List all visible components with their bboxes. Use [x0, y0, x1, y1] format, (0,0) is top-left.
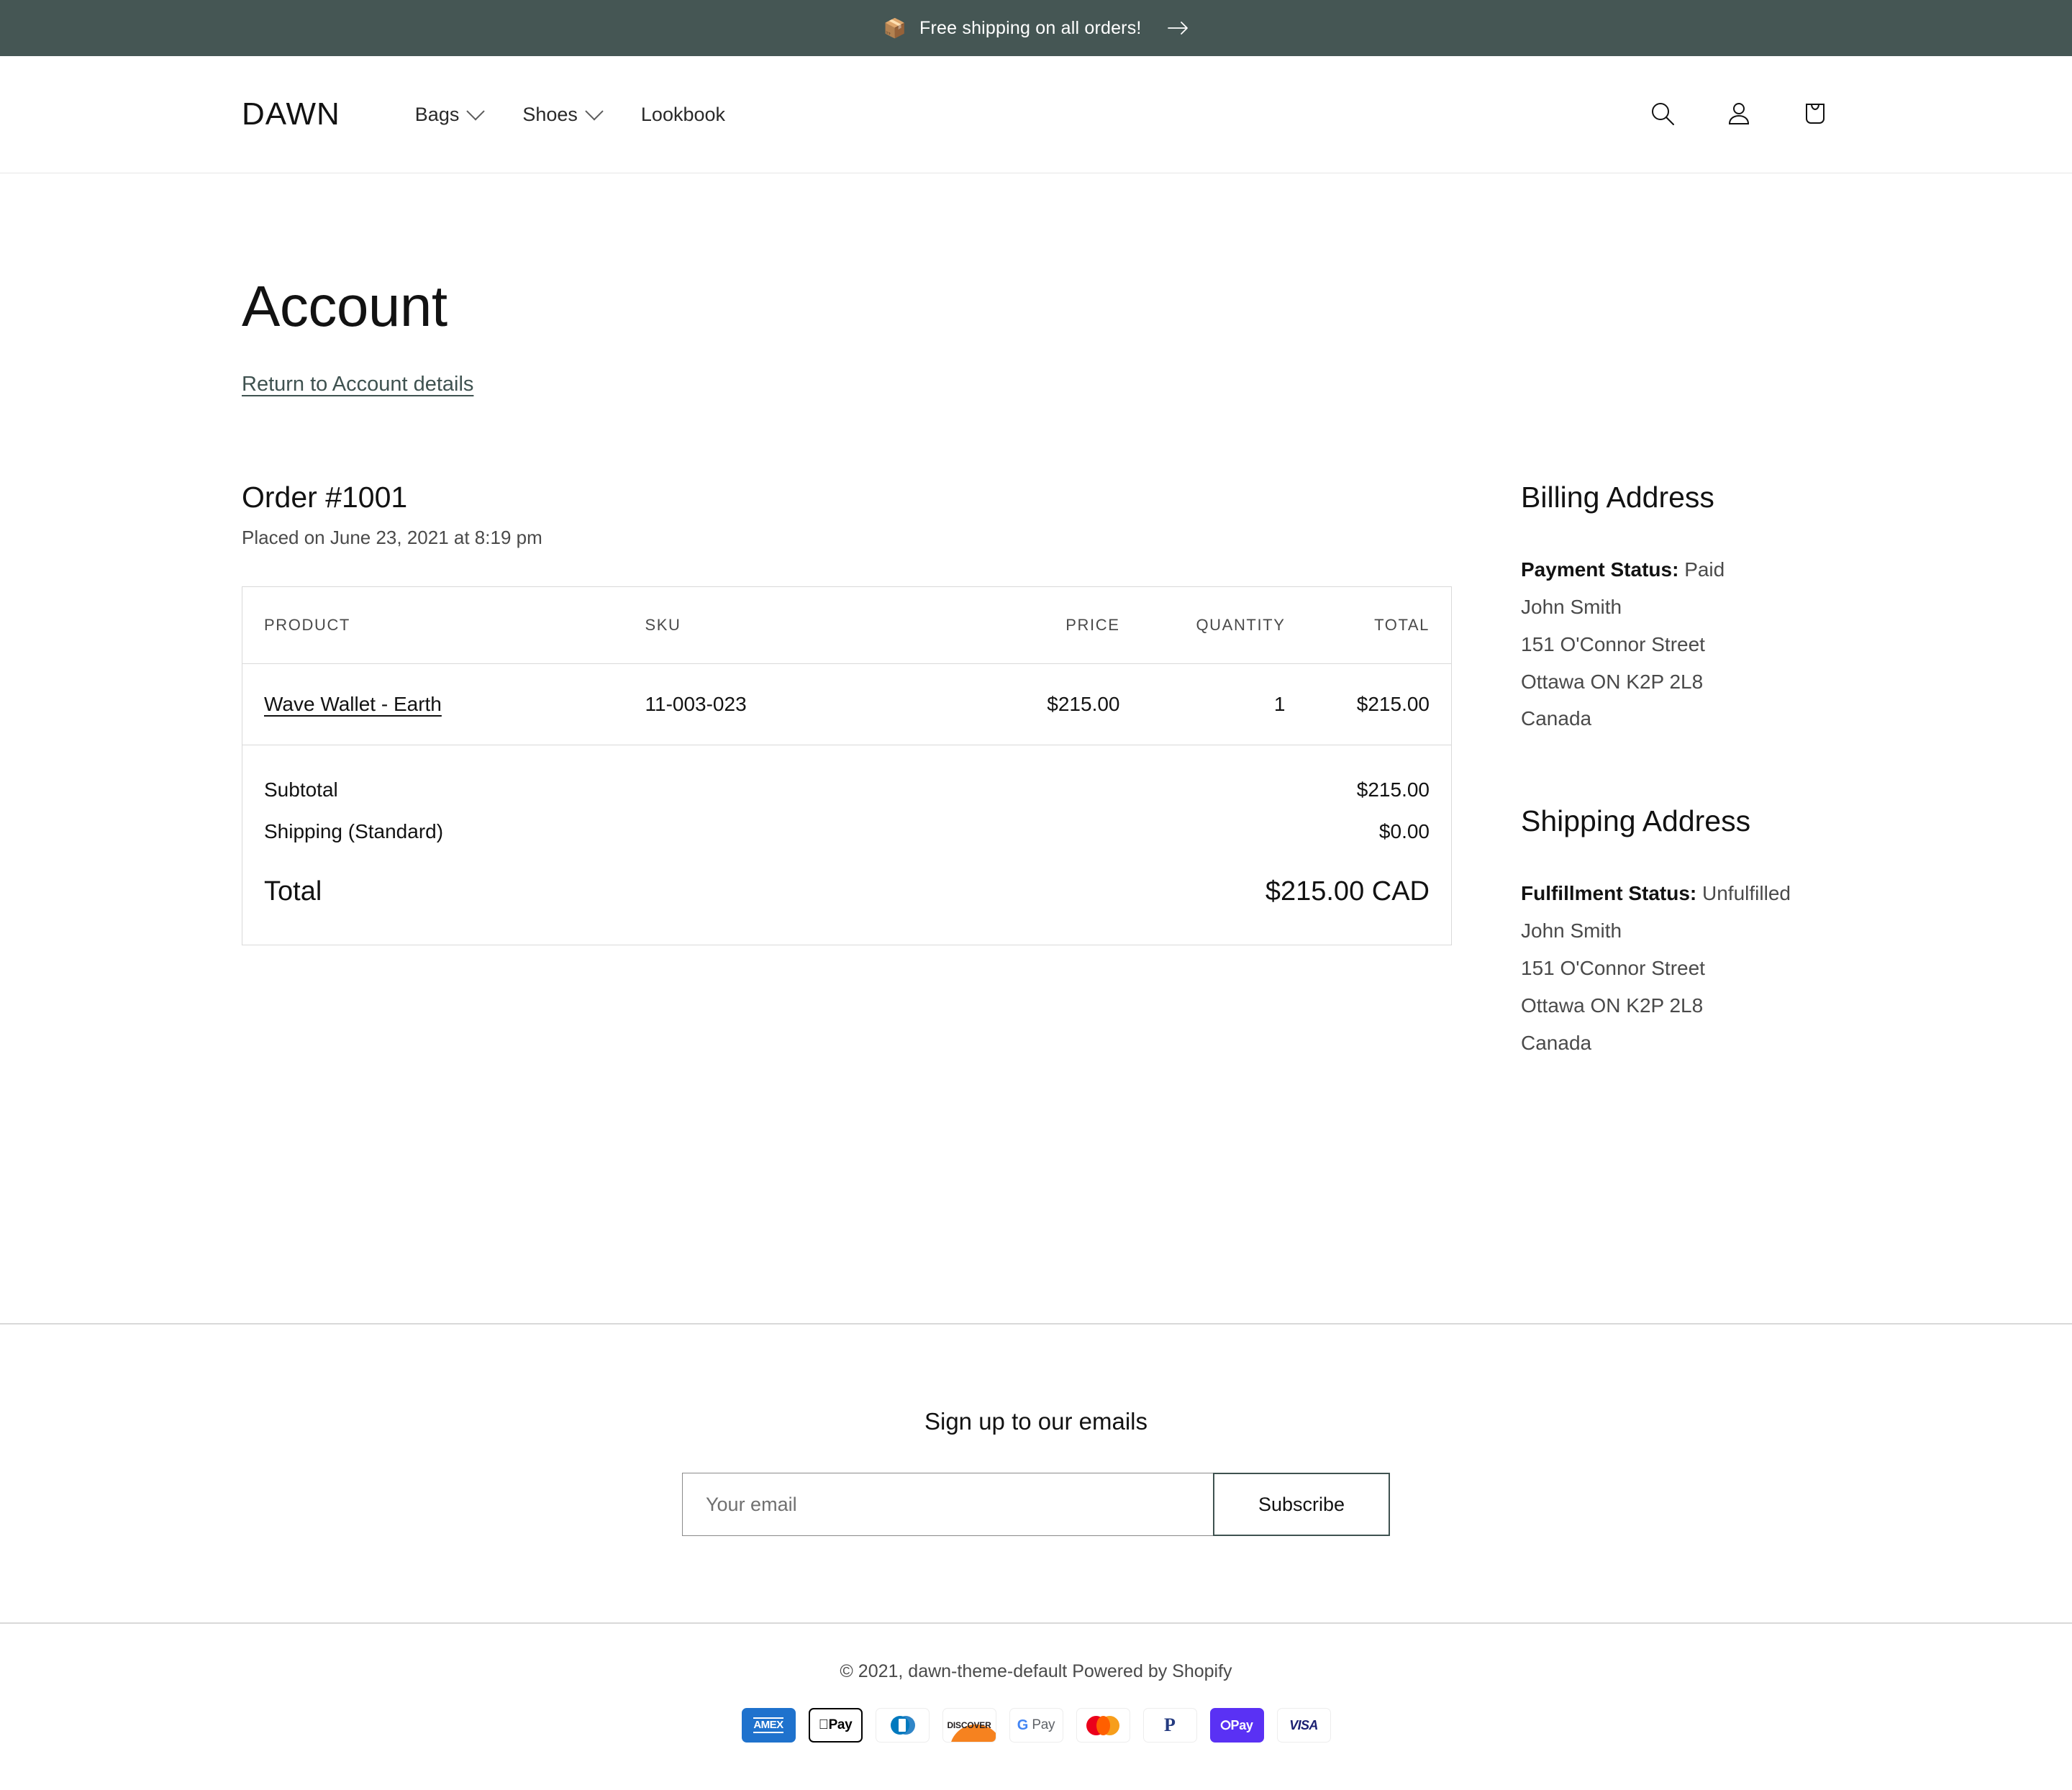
payment-status-line: Payment Status: Paid	[1521, 551, 1830, 589]
table-header-row: PRODUCT SKU PRICE QUANTITY TOTAL	[242, 586, 1452, 665]
subscribe-button[interactable]: Subscribe	[1213, 1473, 1390, 1537]
shipping-country: Canada	[1521, 1031, 1592, 1054]
nav-item-shoes[interactable]: Shoes	[502, 96, 621, 133]
shipping-name: John Smith	[1521, 919, 1622, 942]
shipping-street: 151 O'Connor Street	[1521, 956, 1705, 979]
order-line-items-table: PRODUCT SKU PRICE QUANTITY TOTAL Wave Wa…	[242, 586, 1452, 946]
page-title: Account	[242, 274, 447, 338]
copyright-text: © 2021, dawn-theme-default Powered by Sh…	[840, 1661, 1232, 1682]
newsletter-form: Subscribe	[682, 1473, 1390, 1537]
billing-address-heading: Billing Address	[1521, 481, 1714, 514]
search-icon	[1649, 100, 1676, 130]
cell-product: Wave Wallet - Earth	[242, 663, 624, 746]
google-pay-icon: G Pay	[1009, 1708, 1063, 1743]
nav-label: Bags	[414, 103, 460, 125]
summary-total: Total $215.00 CAD	[242, 876, 1451, 907]
newsletter-heading: Sign up to our emails	[924, 1408, 1148, 1435]
billing-country: Canada	[1521, 707, 1592, 730]
email-input[interactable]	[682, 1473, 1213, 1537]
order-heading: Order #1001	[242, 481, 408, 514]
visa-icon: VISA	[1276, 1708, 1331, 1743]
order-placed-date: Placed on June 23, 2021 at 8:19 pm	[242, 527, 542, 549]
mastercard-icon	[1076, 1708, 1130, 1743]
column-header-product: PRODUCT	[242, 586, 624, 665]
cell-price: $215.00	[961, 663, 1142, 746]
column-header-quantity: QUANTITY	[1141, 586, 1307, 665]
fulfillment-status-line: Fulfillment Status: Unfulfilled	[1521, 875, 1830, 912]
shipping-value: $0.00	[1378, 820, 1430, 843]
fulfillment-status-value: Unfulfilled	[1702, 882, 1791, 905]
shipping-address-group: Shipping Address Fulfillment Status: Unf…	[1521, 804, 1830, 1061]
table-body: Wave Wallet - Earth 11-003-023 $215.00 1…	[242, 663, 1452, 746]
account-icon	[1725, 100, 1753, 130]
announcement-bar[interactable]: 📦 Free shipping on all orders!	[0, 0, 2072, 56]
cell-total: $215.00	[1307, 663, 1452, 746]
apple-pay-icon: Pay	[808, 1708, 863, 1743]
site-header: DAWN Bags Shoes Lookbook	[0, 56, 2072, 173]
discover-icon: DISCOVER	[942, 1708, 996, 1743]
payment-methods-list: AMEX Pay DISCOVER G Pay P ⭘Pay	[0, 1708, 2072, 1743]
return-to-account-details-link[interactable]: Return to Account details	[242, 373, 473, 396]
shipping-city-region: Ottawa ON K2P 2L8	[1521, 994, 1704, 1017]
header-actions	[1635, 86, 2029, 142]
cart-button[interactable]	[1787, 86, 1843, 142]
billing-name: John Smith	[1521, 595, 1622, 618]
subtotal-value: $215.00	[1356, 778, 1430, 801]
shipping-address-heading: Shipping Address	[1521, 804, 1751, 838]
paypal-icon: P	[1142, 1708, 1197, 1743]
nav-label: Lookbook	[640, 103, 726, 125]
diners-club-icon	[875, 1708, 930, 1743]
billing-city-region: Ottawa ON K2P 2L8	[1521, 670, 1704, 693]
column-header-sku: SKU	[623, 586, 962, 665]
billing-address-block: Payment Status: Paid John Smith 151 O'Co…	[1521, 551, 1830, 737]
site-logo[interactable]: DAWN	[242, 96, 340, 132]
order-details-section: Order #1001 Placed on June 23, 2021 at 8…	[242, 480, 1452, 946]
main-content: Account Return to Account details Order …	[0, 278, 2072, 1061]
announcement-text: Free shipping on all orders!	[919, 17, 1142, 38]
site-footer: © 2021, dawn-theme-default Powered by Sh…	[0, 1624, 2072, 1789]
subtotal-label: Subtotal	[264, 778, 338, 801]
summary-shipping: Shipping (Standard) $0.00	[242, 820, 1451, 843]
fulfillment-status-label: Fulfillment Status:	[1521, 882, 1697, 905]
chevron-down-icon	[585, 102, 604, 121]
address-sidebar: Billing Address Payment Status: Paid Joh…	[1521, 480, 1830, 1061]
nav-label: Shoes	[522, 103, 578, 125]
billing-street: 151 O'Connor Street	[1521, 632, 1705, 655]
arrow-right-icon	[1167, 20, 1189, 36]
payment-status-label: Payment Status:	[1521, 558, 1679, 581]
total-label: Total	[264, 876, 322, 907]
product-link[interactable]: Wave Wallet - Earth	[264, 693, 442, 715]
order-summary-row: Subtotal $215.00 Shipping (Standard) $0.…	[242, 745, 1452, 945]
table-row: Wave Wallet - Earth 11-003-023 $215.00 1…	[242, 663, 1452, 746]
package-icon: 📦	[883, 17, 907, 39]
total-value: $215.00 CAD	[1265, 876, 1430, 907]
shipping-label: Shipping (Standard)	[264, 820, 444, 843]
main-navigation: Bags Shoes Lookbook	[395, 96, 745, 133]
summary-subtotal: Subtotal $215.00	[242, 778, 1451, 801]
cart-icon	[1801, 100, 1829, 130]
order-layout: Order #1001 Placed on June 23, 2021 at 8…	[242, 480, 1830, 1061]
table-head: PRODUCT SKU PRICE QUANTITY TOTAL	[242, 586, 1452, 665]
account-button[interactable]	[1711, 86, 1767, 142]
newsletter-section: Sign up to our emails Subscribe	[0, 1325, 2072, 1622]
shop-pay-icon: ⭘Pay	[1209, 1708, 1264, 1743]
table-foot: Subtotal $215.00 Shipping (Standard) $0.…	[242, 745, 1452, 945]
cell-sku: 11-003-023	[623, 663, 962, 746]
chevron-down-icon	[466, 102, 486, 121]
amex-icon: AMEX	[741, 1708, 796, 1743]
column-header-total: TOTAL	[1307, 586, 1452, 665]
order-summary-cell: Subtotal $215.00 Shipping (Standard) $0.…	[242, 745, 1452, 945]
column-header-price: PRICE	[961, 586, 1142, 665]
shipping-address-block: Fulfillment Status: Unfulfilled John Smi…	[1521, 875, 1830, 1061]
nav-item-bags[interactable]: Bags	[395, 96, 503, 133]
payment-status-value: Paid	[1684, 558, 1725, 581]
cell-quantity: 1	[1141, 663, 1307, 746]
nav-item-lookbook[interactable]: Lookbook	[621, 96, 745, 133]
search-button[interactable]	[1635, 86, 1691, 142]
